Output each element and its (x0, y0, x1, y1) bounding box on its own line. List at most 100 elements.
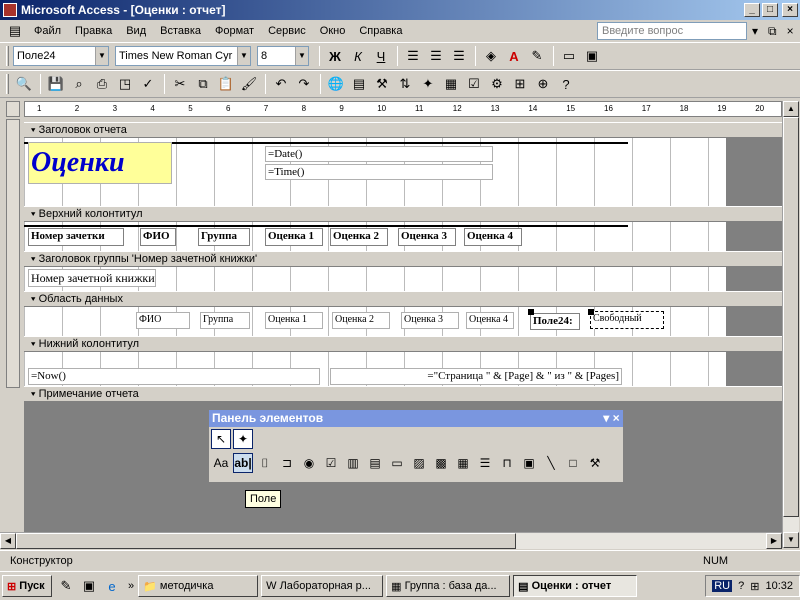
date-field[interactable]: =Date() (265, 146, 493, 162)
tab-control-icon[interactable]: ⊓ (497, 453, 517, 473)
build-icon[interactable]: ⚙ (486, 73, 508, 95)
menu-window[interactable]: Окно (313, 25, 353, 37)
textbox-tool-icon[interactable]: ab| (233, 453, 253, 473)
new-object-icon[interactable]: ⊕ (532, 73, 554, 95)
bold-icon[interactable]: Ж (324, 45, 346, 67)
detail-field-fio[interactable]: ФИО (136, 312, 190, 329)
control-wizard-icon[interactable]: ✦ (233, 429, 253, 449)
report-header-bar[interactable]: Заголовок отчета (24, 122, 782, 138)
field24-input[interactable]: Свободный (590, 311, 664, 329)
rectangle-icon[interactable]: □ (563, 453, 583, 473)
page-footer-bar[interactable]: Нижний колонтитул (24, 336, 782, 352)
radio-icon[interactable]: ◉ (299, 453, 319, 473)
now-field[interactable]: =Now() (28, 368, 320, 385)
section-selector[interactable] (6, 119, 20, 388)
maximize-button[interactable]: □ (762, 3, 778, 17)
listbox-icon[interactable]: ▤ (365, 453, 385, 473)
doc-close-icon[interactable]: × (787, 24, 794, 39)
header-label-grade4[interactable]: Оценка 4 (464, 228, 522, 246)
lang-indicator[interactable]: RU (712, 580, 733, 592)
select-objects-icon[interactable]: ↖ (211, 429, 231, 449)
field-list-icon[interactable]: ▤ (348, 73, 370, 95)
properties-icon[interactable]: ☑ (463, 73, 485, 95)
detail-bar[interactable]: Область данных (24, 291, 782, 307)
command-button-icon[interactable]: ▭ (387, 453, 407, 473)
view-icon[interactable]: 🔍 (13, 73, 35, 95)
header-label-grade2[interactable]: Оценка 2 (330, 228, 388, 246)
autoformat-icon[interactable]: ✦ (417, 73, 439, 95)
scroll-right-icon[interactable]: ▶ (766, 533, 782, 549)
menu-help[interactable]: Справка (352, 25, 409, 37)
scroll-left-icon[interactable]: ◀ (0, 533, 16, 549)
minimize-button[interactable]: _ (744, 3, 760, 17)
detail-field-grade3[interactable]: Оценка 3 (401, 312, 459, 329)
size-select[interactable]: 8 ▼ (257, 46, 309, 66)
label-tool-icon[interactable]: Aa (211, 453, 231, 473)
help-icon[interactable]: ? (555, 73, 577, 95)
image-icon[interactable]: ▨ (409, 453, 429, 473)
bound-object-icon[interactable]: ▦ (453, 453, 473, 473)
report-footer-bar[interactable]: Примечание отчета (24, 386, 782, 402)
ask-question-input[interactable]: Введите вопрос (597, 22, 747, 40)
copy-icon[interactable]: ⧉ (192, 73, 214, 95)
database-window-icon[interactable]: ⊞ (509, 73, 531, 95)
page-break-icon[interactable]: ☰ (475, 453, 495, 473)
quicklaunch-more-icon[interactable]: » (128, 580, 134, 592)
font-color-icon[interactable]: A (503, 45, 525, 67)
time-field[interactable]: =Time() (265, 164, 493, 180)
unbound-object-icon[interactable]: ▩ (431, 453, 451, 473)
report-title[interactable]: Оценки (28, 142, 172, 184)
paste-icon[interactable]: 📋 (215, 73, 237, 95)
vertical-scrollbar[interactable]: ▲ ▼ (782, 101, 799, 548)
quicklaunch-icon-1[interactable]: ✎ (55, 575, 77, 597)
detail-field-grade4[interactable]: Оценка 4 (466, 312, 514, 329)
hyperlink-icon[interactable]: 🌐 (325, 73, 347, 95)
header-label-grade1[interactable]: Оценка 1 (265, 228, 323, 246)
page-number-field[interactable]: ="Страница " & [Page] & " из " & [Pages] (330, 368, 622, 385)
menu-format[interactable]: Формат (208, 25, 261, 37)
fill-color-icon[interactable]: ◈ (480, 45, 502, 67)
undo-icon[interactable]: ↶ (270, 73, 292, 95)
group-field[interactable]: Номер зачетной книжки (28, 269, 156, 287)
format-painter-icon[interactable]: 🖌 (238, 73, 260, 95)
scroll-up-icon[interactable]: ▲ (783, 101, 799, 117)
option-group-icon[interactable]: ⌷ (255, 454, 275, 474)
report-selector[interactable] (6, 101, 20, 117)
scroll-down-icon[interactable]: ▼ (783, 532, 799, 548)
group-header-bar[interactable]: Заголовок группы 'Номер зачетной книжки' (24, 251, 782, 267)
scroll-thumb[interactable] (783, 117, 799, 517)
task-group-db[interactable]: ▦ Группа : база да... (386, 575, 511, 597)
menu-tools[interactable]: Сервис (261, 25, 313, 37)
special-effect-icon[interactable]: ▣ (581, 45, 603, 67)
header-label-fio[interactable]: ФИО (140, 228, 176, 246)
toolbox-icon[interactable]: ⚒ (371, 73, 393, 95)
toolbox-panel[interactable]: Панель элементов ▾ × ↖ ✦ Aa ab| ⌷ ⊐ ◉ ☑ ▥ ▤ ▭ ▨ ▩ ▦ ☰ ⊓… (208, 409, 624, 483)
doc-dropdown-icon[interactable]: ▾ (752, 24, 758, 39)
header-label-record[interactable]: Номер зачетки (28, 228, 124, 246)
network-icon[interactable]: ⊞ (750, 580, 759, 593)
menu-view[interactable]: Вид (119, 25, 153, 37)
report-icon[interactable]: ▤ (4, 20, 26, 42)
preview-icon[interactable]: ◳ (114, 73, 136, 95)
doc-restore-icon[interactable]: ⧉ (768, 24, 777, 39)
checkbox-icon[interactable]: ☑ (321, 453, 341, 473)
menu-edit[interactable]: Правка (68, 25, 119, 37)
redo-icon[interactable]: ↷ (293, 73, 315, 95)
header-label-group[interactable]: Группа (198, 228, 250, 246)
line-icon[interactable]: ╲ (541, 453, 561, 473)
detail-field-group[interactable]: Группа (200, 312, 250, 329)
combobox-icon[interactable]: ▥ (343, 453, 363, 473)
detail-field-grade2[interactable]: Оценка 2 (332, 312, 390, 329)
menu-insert[interactable]: Вставка (153, 25, 208, 37)
quicklaunch-icon-2[interactable]: ▣ (78, 575, 100, 597)
header-label-grade3[interactable]: Оценка 3 (398, 228, 456, 246)
start-button[interactable]: ⊞ Пуск (2, 575, 52, 597)
more-controls-icon[interactable]: ⚒ (585, 453, 605, 473)
cut-icon[interactable]: ✂ (169, 73, 191, 95)
detail-field-grade1[interactable]: Оценка 1 (265, 312, 323, 329)
horizontal-scrollbar[interactable]: ◀ ▶ (0, 532, 782, 549)
task-word[interactable]: W Лабораторная р... (261, 575, 384, 597)
sorting-icon[interactable]: ⇅ (394, 73, 416, 95)
align-center-icon[interactable]: ☰ (425, 45, 447, 67)
hscroll-thumb[interactable] (16, 533, 516, 549)
